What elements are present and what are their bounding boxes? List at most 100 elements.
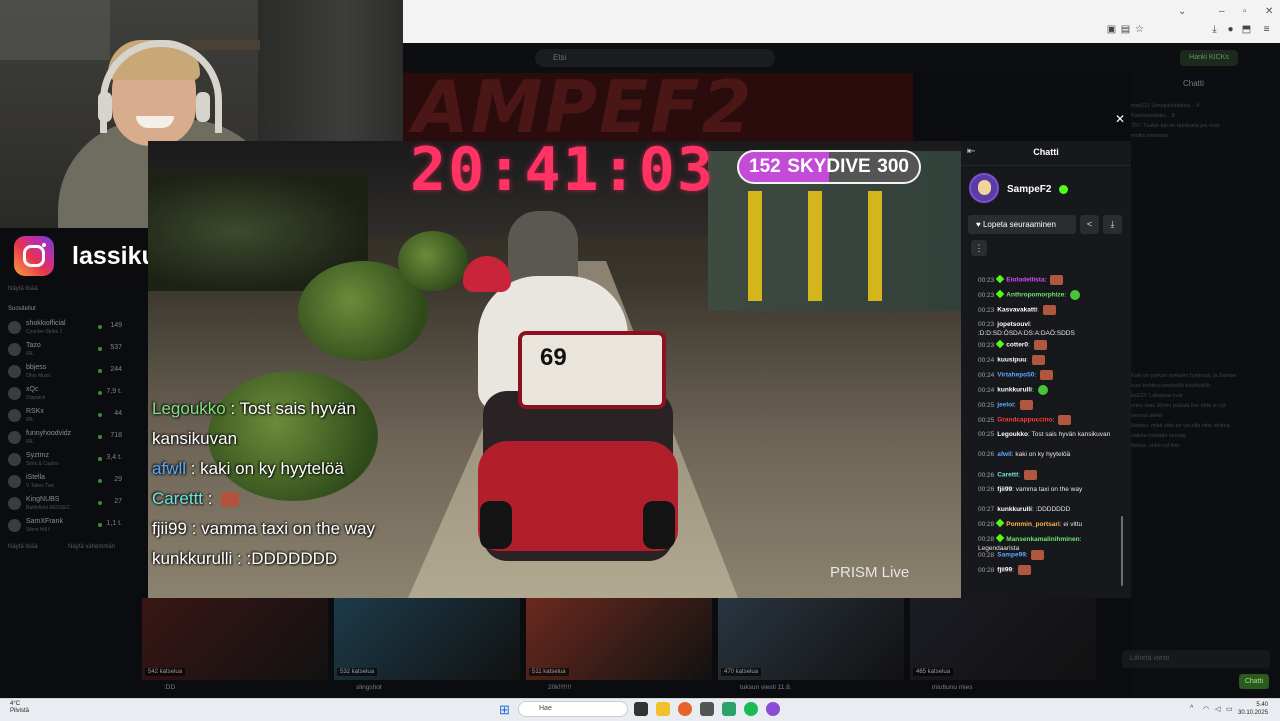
app-icon[interactable] <box>700 702 714 716</box>
chat-username[interactable]: Legoukko <box>997 431 1028 438</box>
stream-thumbnail[interactable]: 470 katselua <box>718 598 904 680</box>
sidebar-channel[interactable]: xQc Dispatch 7,9 t. <box>8 384 140 405</box>
stream-thumbnail[interactable]: 532 katselua <box>334 598 520 680</box>
stream-video[interactable]: 69 20:41:03 152 SKYDIVE 300 Legoukko : T… <box>148 141 961 598</box>
battery-icon[interactable]: ▭ <box>1226 705 1233 713</box>
chat-text: Tost sais hyvän kansikuvan <box>1031 431 1111 438</box>
chat-username[interactable]: kunkkurulli <box>997 506 1032 513</box>
extensions-icon[interactable]: ⬒ <box>1241 24 1252 35</box>
stream-thumbnail[interactable]: 511 katselua <box>526 598 712 680</box>
show-more-link-2[interactable]: Näytä lisää <box>8 544 38 550</box>
download-icon[interactable]: ⤓ <box>1209 24 1220 35</box>
get-kicks-button[interactable]: Hanki KICKs <box>1180 50 1238 66</box>
chat-username[interactable]: fjii99 <box>997 567 1012 574</box>
app-icon[interactable] <box>766 702 780 716</box>
show-less-link[interactable]: Näytä vähemmän <box>68 544 115 550</box>
show-more-link[interactable]: Näytä lisää <box>8 286 38 292</box>
chat-username[interactable]: Mansenkamalinihminen <box>1006 536 1079 543</box>
chat-username[interactable]: Carettt <box>997 472 1018 479</box>
sidebar-channel[interactable]: iStella V Takes Two 29 <box>8 472 140 493</box>
spotify-icon[interactable] <box>744 702 758 716</box>
bookmark-star-icon[interactable]: ☆ <box>1134 24 1145 35</box>
reader-icon[interactable]: ▤ <box>1120 24 1131 35</box>
channel-avatar <box>8 321 21 334</box>
maximize-icon[interactable]: ▫ <box>1243 6 1247 17</box>
chat-username[interactable]: kuusipuu <box>997 357 1026 364</box>
chat-username[interactable]: afwll <box>997 451 1011 458</box>
thumbnail-title[interactable]: 20k!!!!!!! <box>548 684 571 691</box>
stream-thumbnail[interactable]: 542 katselua <box>142 598 328 680</box>
chat-message-input[interactable]: Lähetä viesti <box>1122 650 1270 668</box>
task-view-icon[interactable] <box>634 702 648 716</box>
chat-username[interactable]: kunkkurulli <box>997 387 1032 394</box>
sidebar-channel[interactable]: Tazo IRL 537 <box>8 340 140 361</box>
chat-send-button[interactable]: Chatti <box>1239 674 1269 689</box>
overlay-chat-text: kansikuvan <box>152 429 238 448</box>
chat-colon: : <box>1018 471 1022 479</box>
channel-name: Tazo <box>26 342 41 349</box>
search-input[interactable]: Etsi <box>535 49 775 67</box>
channel-avatar <box>8 387 21 400</box>
start-icon[interactable]: ⊞ <box>499 703 512 716</box>
taskbar-search[interactable]: Hae <box>518 701 628 717</box>
kick-chat-line: vaikka mistään seuraa <box>1131 433 1186 439</box>
chat-username[interactable]: Kasvavakatti <box>997 307 1037 314</box>
thumbnail-title[interactable]: :DD <box>164 684 175 691</box>
stream-thumbnail[interactable]: 465 katselua <box>910 598 1096 680</box>
chat-username[interactable]: Anthropomorphize <box>1006 292 1064 299</box>
kick-chat-line: Kaki on jonkun meluren hytlessä, ja Samp… <box>1131 373 1237 379</box>
chat-username[interactable]: jopetsouvi <box>997 321 1030 328</box>
chat-username[interactable]: Eiolodellista <box>1006 277 1044 284</box>
sidebar-channel[interactable]: SamXFrank Silent Hill f 1,1 t. <box>8 516 140 537</box>
live-dot-icon <box>98 391 102 395</box>
skydive-goal: 152 SKYDIVE 300 <box>737 150 921 184</box>
sub-badge-icon <box>996 533 1005 543</box>
clock[interactable]: 5.40 30.10.2025 <box>1238 701 1268 717</box>
tab-dropdown-icon[interactable]: ⌄ <box>1178 6 1186 17</box>
chat-username[interactable]: Sampe99 <box>997 552 1026 559</box>
overlay-chat-text: : Tost sais hyvän <box>225 399 356 418</box>
thumbnail-title[interactable]: slingshot <box>356 684 382 691</box>
sidebar-channel[interactable]: KingNUBS Battlefield REDSEC 27 <box>8 494 140 515</box>
file-explorer-icon[interactable] <box>656 702 670 716</box>
sidebar-channel[interactable]: shokkiofficial Counter-Strike 2 149 <box>8 318 140 339</box>
verified-icon <box>1059 185 1068 194</box>
weather-widget[interactable]: 4°C Pilvistä <box>10 701 29 715</box>
save-icon[interactable]: ⤓ <box>1103 215 1122 234</box>
sidebar-channel[interactable]: bbjess Ohio Music 244 <box>8 362 140 383</box>
app-icon[interactable] <box>722 702 736 716</box>
account-icon[interactable]: ● <box>1225 24 1236 35</box>
chat-scrollbar[interactable] <box>1121 516 1123 586</box>
chat-username[interactable]: Pommin_portsari <box>1006 521 1059 528</box>
more-options-icon[interactable]: ⋮ <box>971 240 987 256</box>
close-popout-icon[interactable]: ✕ <box>1115 112 1125 126</box>
menu-icon[interactable]: ≡ <box>1261 24 1272 35</box>
thumbnail-title[interactable]: miuttunu mies <box>932 684 972 691</box>
screenshot-icon[interactable]: ▣ <box>1106 24 1117 35</box>
firefox-icon[interactable] <box>678 702 692 716</box>
tray-arrow-icon[interactable]: ^ <box>1190 705 1193 712</box>
close-window-icon[interactable]: ✕ <box>1265 6 1273 17</box>
emote-icon <box>1050 275 1064 285</box>
recommended-sidebar: Näytä lisää Suositellut shokkiofficial Co… <box>0 278 148 568</box>
chat-username[interactable]: cotter0 <box>1006 342 1028 349</box>
streamer-name[interactable]: SampeF2 <box>1007 184 1051 195</box>
chat-message: 00:24 Virtahepo50: <box>978 370 1123 380</box>
wifi-icon[interactable]: ◠ <box>1203 705 1209 713</box>
share-icon[interactable]: < <box>1080 215 1099 234</box>
chat-username[interactable]: Virtahepo50 <box>997 372 1034 379</box>
minimize-icon[interactable]: – <box>1219 6 1225 17</box>
sidebar-channel[interactable]: funnyhoodvidz IRL 718 <box>8 428 140 449</box>
sidebar-channel[interactable]: RSKx IRL 44 <box>8 406 140 427</box>
channel-name: xQc <box>26 386 39 393</box>
chat-username[interactable]: fjii99 <box>997 486 1012 493</box>
volume-icon[interactable]: ◁ <box>1215 705 1220 713</box>
yellow-pillar <box>748 191 762 301</box>
unfollow-button[interactable]: ♥ Lopeta seuraaminen <box>968 215 1076 234</box>
thumbnail-title[interactable]: tuksun viesti 11.8. <box>740 684 792 691</box>
chat-username[interactable]: jeeloi <box>997 402 1014 409</box>
sidebar-channel[interactable]: Syztmz Slots & Casino 3,4 t. <box>8 450 140 471</box>
emote-icon <box>221 492 240 508</box>
chat-username[interactable]: Grandcappuccino <box>997 417 1052 424</box>
streamer-avatar[interactable] <box>969 173 999 203</box>
